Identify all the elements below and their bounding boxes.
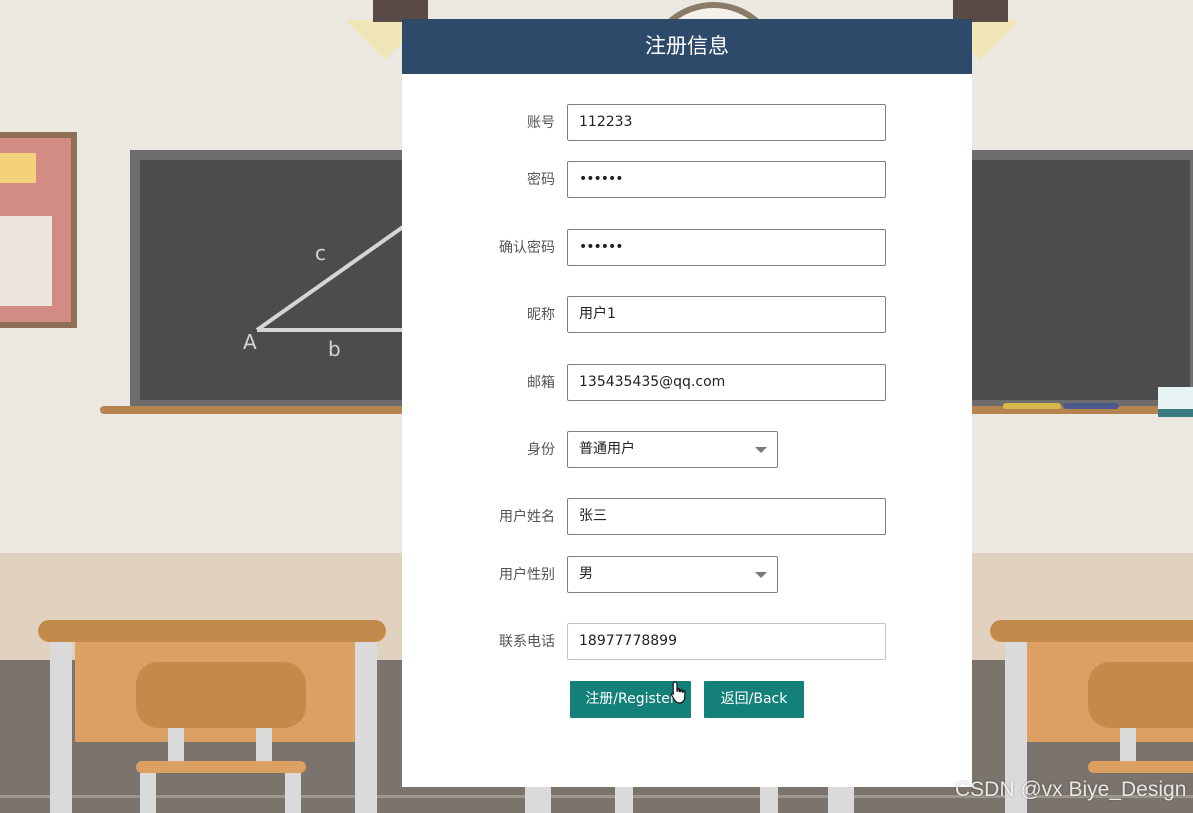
- desk-top-right: [990, 620, 1193, 642]
- svg-text:b: b: [328, 337, 341, 361]
- watermark: CSDN @vx Biye_Design: [955, 778, 1187, 801]
- corkboard: [0, 132, 77, 328]
- hand-cursor-icon: [670, 681, 686, 704]
- confirm-password-label: 确认密码: [499, 240, 555, 256]
- row-real-name: 用户姓名 张三: [402, 498, 972, 536]
- desk-leg: [828, 787, 854, 813]
- identity-select-value: 普通用户: [579, 441, 635, 457]
- chair-back-left: [136, 662, 306, 728]
- phone-input[interactable]: 18977778899: [567, 623, 886, 660]
- chevron-down-icon: [755, 447, 767, 453]
- account-label: 账号: [527, 115, 555, 131]
- chalk-yellow: [1003, 403, 1061, 409]
- cork-note: [0, 153, 36, 183]
- eraser: [1158, 387, 1193, 417]
- desk-top-left: [38, 620, 386, 642]
- email-label: 邮箱: [527, 375, 555, 391]
- register-panel: 注册信息 账号 112233 密码 •••••• 确认密码 •••••• 昵称 …: [402, 19, 972, 787]
- row-email: 邮箱 135435435@qq.com: [402, 364, 972, 402]
- desk-leg: [615, 787, 633, 813]
- chalk-blue: [1063, 403, 1119, 409]
- svg-text:c: c: [315, 241, 326, 265]
- chalkboard-ledge-left: [100, 406, 420, 414]
- cork-paper: [0, 216, 52, 306]
- chair-back-right: [1088, 662, 1193, 728]
- password-input[interactable]: ••••••: [567, 161, 886, 198]
- desk-leg: [355, 642, 377, 813]
- chair-seat-left: [136, 761, 306, 773]
- account-input[interactable]: 112233: [567, 104, 886, 141]
- gender-select-value: 男: [579, 566, 593, 582]
- row-identity: 身份 普通用户: [402, 431, 972, 469]
- back-button[interactable]: 返回/Back: [704, 681, 804, 718]
- identity-label: 身份: [527, 442, 555, 458]
- chalkboard-right: [960, 150, 1193, 410]
- password-label: 密码: [527, 172, 555, 188]
- confirm-password-input[interactable]: ••••••: [567, 229, 886, 266]
- gender-label: 用户性别: [499, 567, 555, 583]
- desk-leg: [525, 787, 551, 813]
- real-name-input[interactable]: 张三: [567, 498, 886, 535]
- chevron-down-icon: [755, 572, 767, 578]
- triangle-drawing-icon: A b c: [243, 220, 410, 361]
- nickname-label: 昵称: [527, 307, 555, 323]
- chalkboard-left: A b c: [130, 150, 420, 410]
- row-confirm-password: 确认密码 ••••••: [402, 229, 972, 267]
- identity-select[interactable]: 普通用户: [567, 431, 778, 468]
- gender-select[interactable]: 男: [567, 556, 778, 593]
- row-gender: 用户性别 男: [402, 556, 972, 594]
- svg-text:A: A: [243, 330, 257, 354]
- nickname-input[interactable]: 用户1: [567, 296, 886, 333]
- row-nickname: 昵称 用户1: [402, 296, 972, 334]
- panel-title: 注册信息: [402, 19, 972, 74]
- real-name-label: 用户姓名: [499, 509, 555, 525]
- chair-seat-right: [1088, 761, 1193, 773]
- email-input[interactable]: 135435435@qq.com: [567, 364, 886, 401]
- row-password: 密码 ••••••: [402, 161, 972, 199]
- chair-leg: [285, 773, 301, 813]
- phone-label: 联系电话: [499, 634, 555, 650]
- row-account: 账号 112233: [402, 104, 972, 142]
- desk-leg: [760, 787, 778, 813]
- desk-leg: [50, 642, 72, 813]
- row-phone: 联系电话 18977778899: [402, 623, 972, 661]
- chair-leg: [140, 773, 156, 813]
